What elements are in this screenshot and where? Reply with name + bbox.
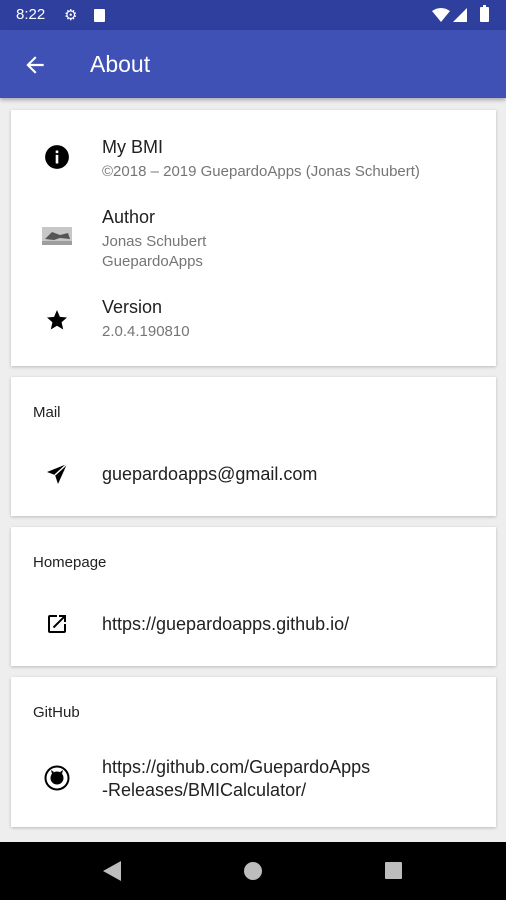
status-time: 8:22 (16, 6, 46, 23)
author-photo (42, 222, 72, 250)
nav-home-icon[interactable] (244, 862, 262, 880)
github-icon (43, 764, 71, 792)
nav-back-icon[interactable] (103, 861, 121, 881)
app-bar: About (0, 30, 506, 98)
status-bar: 8:22 ⚙ (0, 0, 506, 30)
app-name: My BMI (102, 137, 163, 157)
nav-recents-icon[interactable] (385, 862, 402, 879)
signal-icon (453, 8, 467, 22)
navigation-bar (0, 842, 506, 900)
app-copyright: ©2018 – 2019 GuepardoApps (Jonas Schuber… (102, 163, 420, 180)
author-company: GuepardoApps (102, 253, 203, 270)
author-name: Jonas Schubert (102, 233, 207, 250)
mail-card[interactable]: Mail guepardoapps@gmail.com (11, 377, 496, 516)
arrow-back-icon[interactable] (22, 52, 48, 78)
author-title: Author (102, 207, 156, 227)
star-icon (43, 306, 71, 334)
version-value: 2.0.4.190810 (102, 323, 190, 340)
info-card: My BMI ©2018 – 2019 GuepardoApps (Jonas … (11, 110, 496, 366)
github-header: GitHub (33, 704, 80, 721)
send-icon (43, 460, 71, 488)
battery-icon (480, 5, 489, 22)
sd-card-icon (94, 9, 105, 22)
mail-header: Mail (33, 404, 61, 421)
homepage-card[interactable]: Homepage https://guepardoapps.github.io/ (11, 527, 496, 666)
version-title: Version (102, 297, 163, 317)
info-icon (43, 143, 71, 171)
github-link-line1[interactable]: https://github.com/GuepardoApps (102, 757, 370, 778)
page-title: About (90, 51, 151, 77)
github-card[interactable]: GitHub https://github.com/GuepardoApps -… (11, 677, 496, 827)
homepage-link[interactable]: https://guepardoapps.github.io/ (102, 614, 349, 635)
mail-address-link[interactable]: guepardoapps@gmail.com (102, 464, 317, 485)
gear-icon: ⚙ (64, 7, 78, 24)
wifi-icon (432, 8, 450, 22)
homepage-header: Homepage (33, 554, 107, 571)
github-link-line2[interactable]: -Releases/BMICalculator/ (102, 780, 306, 801)
open-in-new-icon (43, 610, 71, 638)
